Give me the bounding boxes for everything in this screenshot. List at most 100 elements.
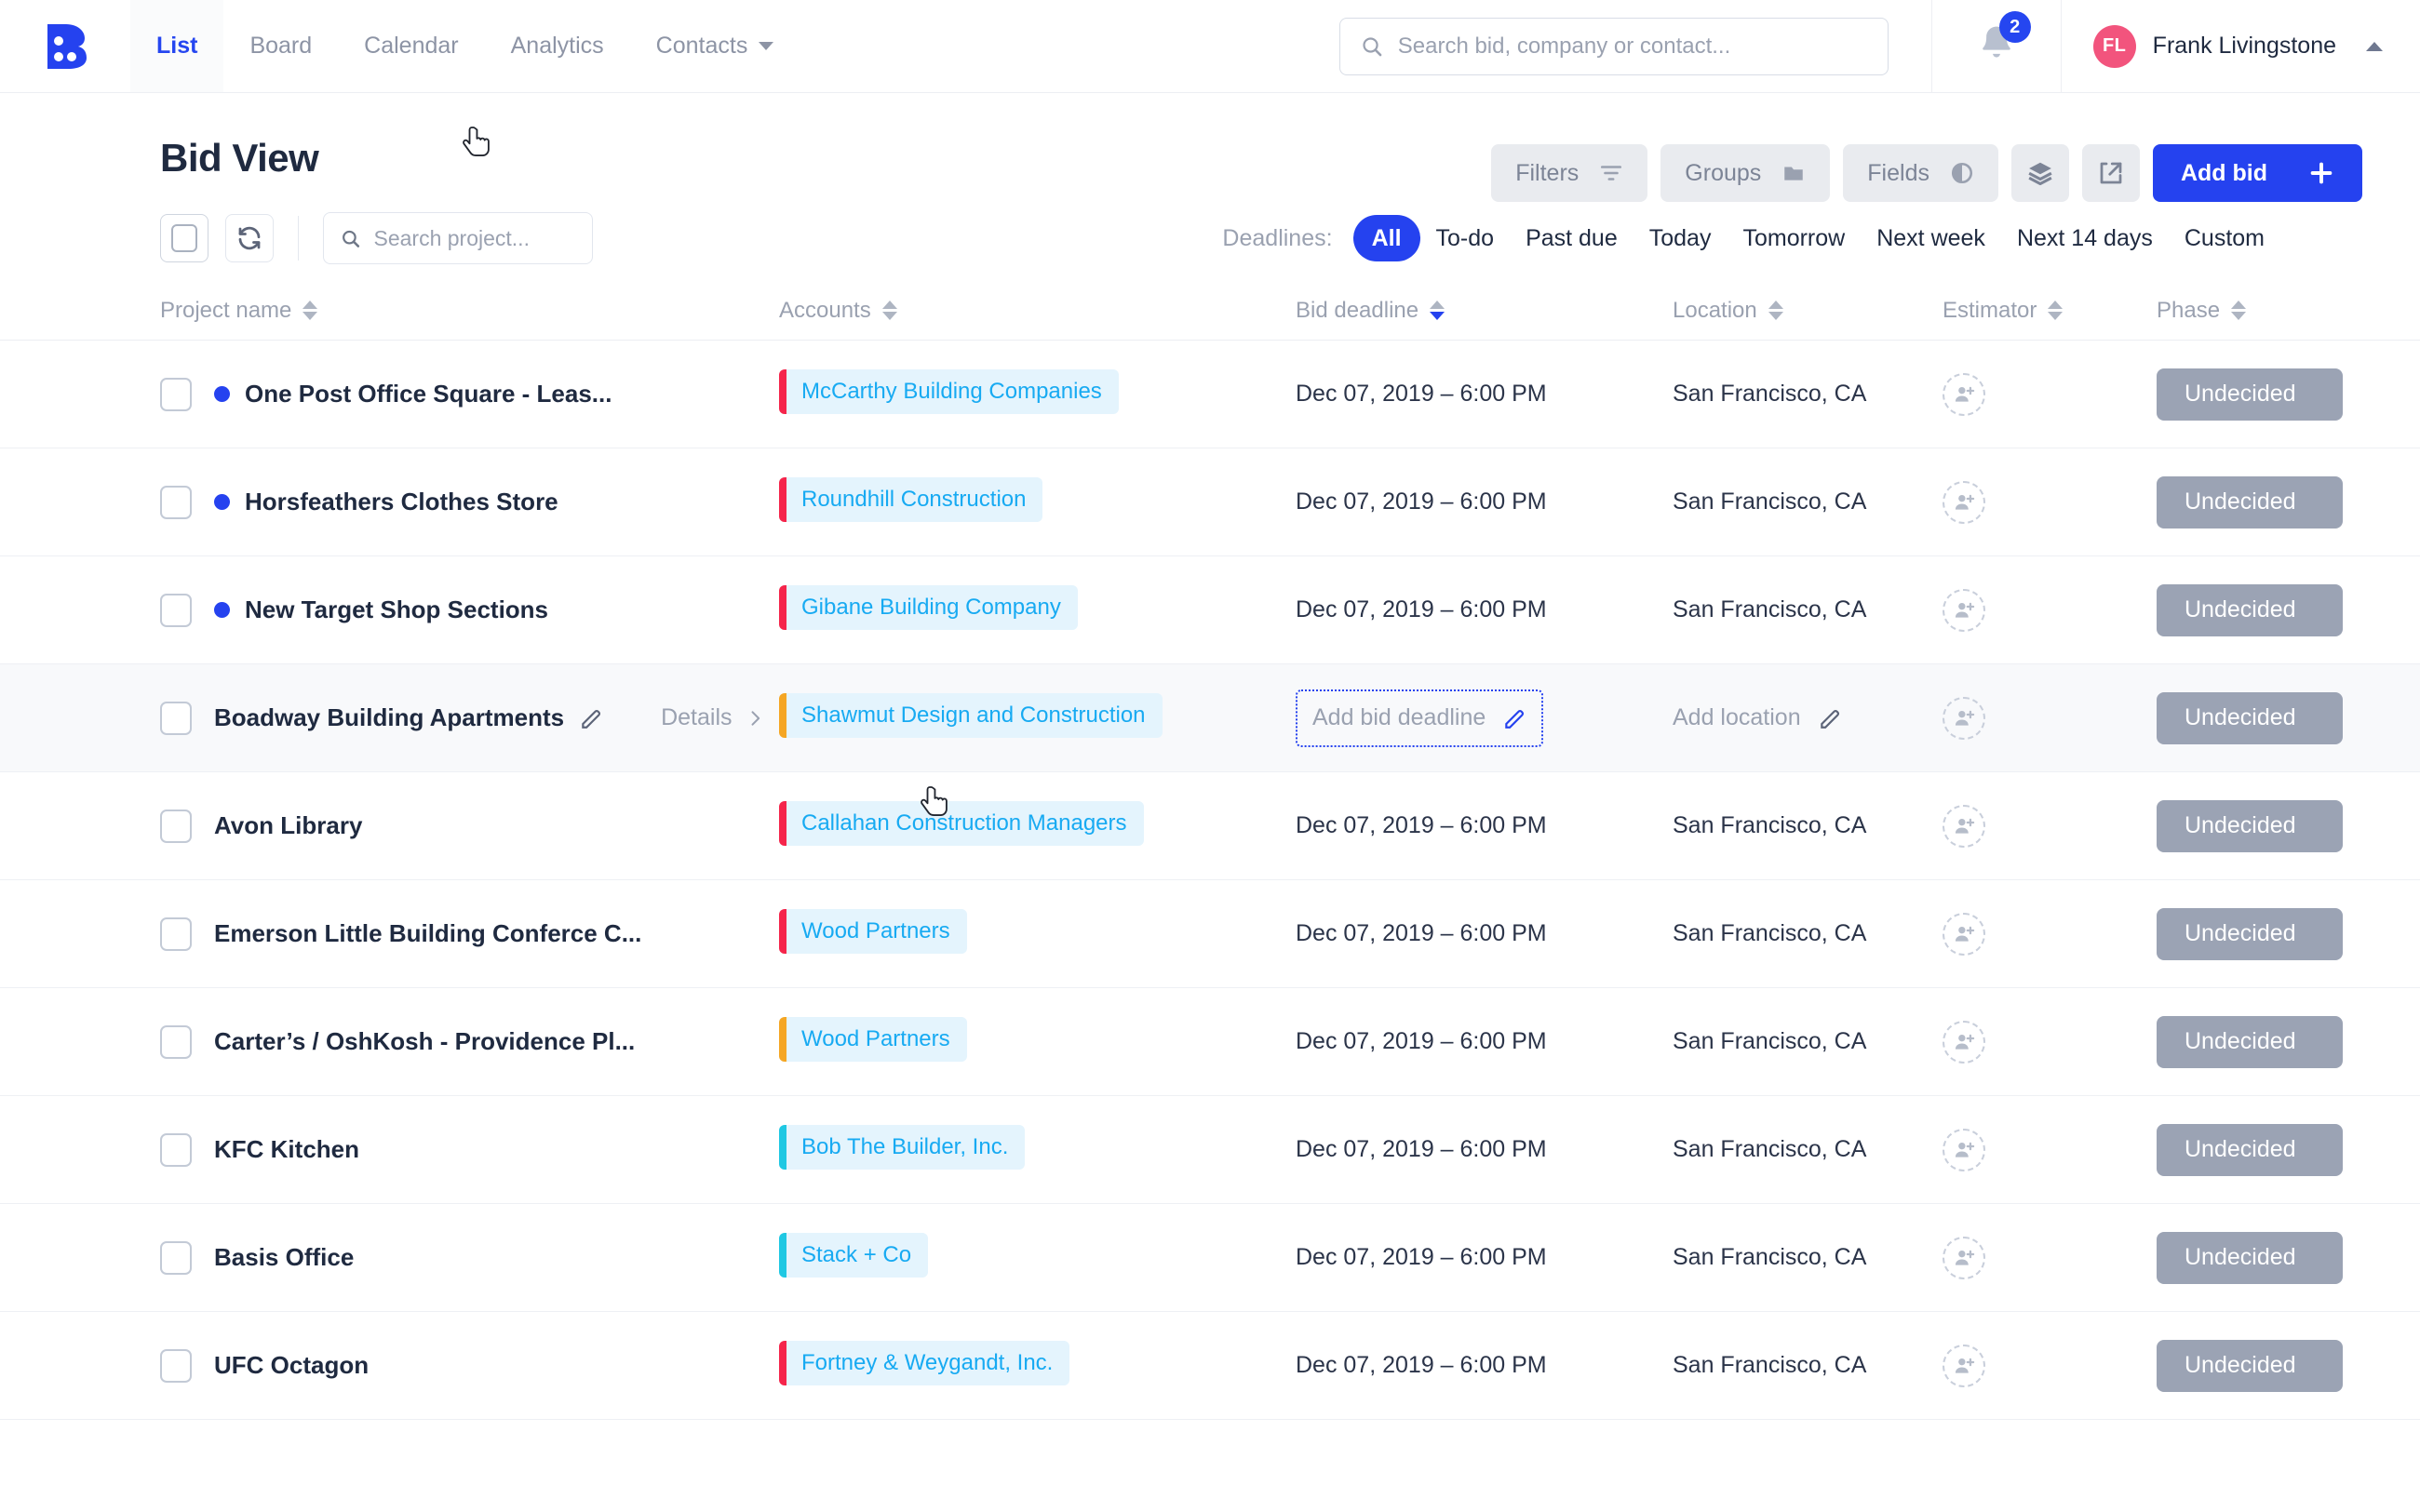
table-row[interactable]: KFC Kitchen Bob The Builder, Inc. Dec 07…	[0, 1096, 2420, 1204]
cell-estimator[interactable]	[1943, 480, 2157, 524]
phase-badge[interactable]: Undecided	[2157, 475, 2343, 529]
cell-bid-deadline[interactable]: Dec 07, 2019 – 6:00 PM	[1296, 920, 1673, 947]
row-checkbox[interactable]	[160, 809, 192, 843]
deadline-filter-custom[interactable]: Custom	[2169, 215, 2280, 261]
cell-account[interactable]: Bob The Builder, Inc.	[779, 1125, 1296, 1174]
table-row[interactable]: New Target Shop Sections Gibane Building…	[0, 556, 2420, 664]
account-tag[interactable]: Stack + Co	[779, 1233, 929, 1278]
row-checkbox[interactable]	[160, 485, 192, 519]
cell-phase[interactable]: Undecided	[2157, 799, 2420, 852]
cell-phase[interactable]: Undecided	[2157, 1231, 2420, 1284]
assign-estimator-button[interactable]	[1943, 372, 1985, 416]
cell-location[interactable]: San Francisco, CA	[1673, 1028, 1943, 1055]
add-location-button[interactable]: Add location	[1673, 704, 1842, 731]
global-search-input[interactable]	[1397, 33, 1867, 60]
nav-tab-list[interactable]: List	[130, 0, 224, 92]
cell-estimator[interactable]	[1943, 912, 2157, 956]
cell-project-name[interactable]: Carter’s / OshKosh - Providence Pl...	[160, 1024, 779, 1059]
account-tag[interactable]: McCarthy Building Companies	[779, 369, 1119, 414]
cell-estimator[interactable]	[1943, 696, 2157, 740]
cell-phase[interactable]: Undecided	[2157, 1015, 2420, 1068]
cell-estimator[interactable]	[1943, 588, 2157, 632]
cell-location-empty[interactable]: Add location	[1673, 704, 1943, 731]
nav-tab-analytics[interactable]: Analytics	[485, 0, 630, 92]
assign-estimator-button[interactable]	[1943, 804, 1985, 848]
cell-phase[interactable]: Undecided	[2157, 1123, 2420, 1176]
refresh-button[interactable]	[225, 214, 274, 262]
cell-estimator[interactable]	[1943, 1236, 2157, 1279]
cell-location[interactable]: San Francisco, CA	[1673, 381, 1943, 408]
cell-phase[interactable]: Undecided	[2157, 583, 2420, 636]
share-export-button[interactable]	[2081, 144, 2140, 202]
phase-badge[interactable]: Undecided	[2157, 691, 2343, 744]
cell-project-name[interactable]: Boadway Building Apartments Details	[160, 701, 779, 735]
cell-bid-deadline[interactable]: Dec 07, 2019 – 6:00 PM	[1296, 1136, 1673, 1163]
deadline-filter-todo[interactable]: To-do	[1420, 215, 1511, 261]
table-row[interactable]: Boadway Building Apartments Details Shaw…	[0, 664, 2420, 772]
cell-phase[interactable]: Undecided	[2157, 907, 2420, 960]
assign-estimator-button[interactable]	[1943, 1128, 1985, 1171]
deadline-filter-next-week[interactable]: Next week	[1861, 215, 2001, 261]
cell-project-name[interactable]: Emerson Little Building Conferce C...	[160, 917, 779, 951]
cell-bid-deadline[interactable]: Dec 07, 2019 – 6:00 PM	[1296, 812, 1673, 839]
assign-estimator-button[interactable]	[1943, 480, 1985, 524]
row-checkbox[interactable]	[160, 917, 192, 951]
account-tag[interactable]: Bob The Builder, Inc.	[779, 1125, 1026, 1170]
cell-account[interactable]: Roundhill Construction	[779, 477, 1296, 527]
cell-bid-deadline[interactable]: Dec 07, 2019 – 6:00 PM	[1296, 1244, 1673, 1271]
cell-account[interactable]: Fortney & Weygandt, Inc.	[779, 1341, 1296, 1390]
nav-tab-contacts[interactable]: Contacts	[630, 0, 800, 92]
deadline-filter-tomorrow[interactable]: Tomorrow	[1727, 215, 1861, 261]
deadline-filter-today[interactable]: Today	[1634, 215, 1728, 261]
row-checkbox[interactable]	[160, 1132, 192, 1167]
cell-project-name[interactable]: Horsfeathers Clothes Store	[160, 485, 779, 519]
add-bid-button[interactable]: Add bid	[2152, 144, 2362, 202]
row-checkbox[interactable]	[160, 1024, 192, 1059]
column-header-accounts[interactable]: Accounts	[779, 298, 1296, 324]
cell-project-name[interactable]: UFC Octagon	[160, 1348, 779, 1383]
row-checkbox[interactable]	[160, 377, 192, 411]
cell-project-name[interactable]: Avon Library	[160, 809, 779, 843]
phase-badge[interactable]: Undecided	[2157, 1123, 2343, 1176]
edit-project-name-button[interactable]	[579, 706, 603, 730]
cell-account[interactable]: Stack + Co	[779, 1233, 1296, 1282]
cell-bid-deadline[interactable]: Dec 07, 2019 – 6:00 PM	[1296, 1352, 1673, 1379]
select-all-checkbox[interactable]	[160, 214, 208, 262]
phase-badge[interactable]: Undecided	[2157, 1015, 2343, 1068]
cell-bid-deadline[interactable]: Dec 07, 2019 – 6:00 PM	[1296, 488, 1673, 515]
cell-bid-deadline[interactable]: Dec 07, 2019 – 6:00 PM	[1296, 1028, 1673, 1055]
cell-location[interactable]: San Francisco, CA	[1673, 488, 1943, 515]
cell-estimator[interactable]	[1943, 1344, 2157, 1387]
cell-project-name[interactable]: One Post Office Square - Leas...	[160, 377, 779, 411]
deadline-filter-next-14-days[interactable]: Next 14 days	[2001, 215, 2169, 261]
cell-account[interactable]: Gibane Building Company	[779, 585, 1296, 635]
assign-estimator-button[interactable]	[1943, 1236, 1985, 1279]
table-row[interactable]: Horsfeathers Clothes Store Roundhill Con…	[0, 448, 2420, 556]
cell-bid-deadline-empty[interactable]: Add bid deadline	[1296, 689, 1673, 747]
cell-estimator[interactable]	[1943, 372, 2157, 416]
assign-estimator-button[interactable]	[1943, 912, 1985, 956]
cell-project-name[interactable]: Basis Office	[160, 1240, 779, 1275]
global-search-box[interactable]	[1338, 17, 1889, 75]
table-row[interactable]: Emerson Little Building Conferce C... Wo…	[0, 880, 2420, 988]
column-header-phase[interactable]: Phase	[2157, 298, 2420, 324]
row-checkbox[interactable]	[160, 1348, 192, 1383]
table-row[interactable]: One Post Office Square - Leas... McCarth…	[0, 341, 2420, 448]
phase-badge[interactable]: Undecided	[2157, 583, 2343, 636]
cell-location[interactable]: San Francisco, CA	[1673, 1352, 1943, 1379]
project-search-box[interactable]	[323, 212, 593, 264]
table-row[interactable]: Avon Library Callahan Construction Manag…	[0, 772, 2420, 880]
phase-badge[interactable]: Undecided	[2157, 368, 2343, 421]
account-tag[interactable]: Wood Partners	[779, 1017, 967, 1062]
app-logo[interactable]	[0, 0, 130, 92]
account-tag[interactable]: Fortney & Weygandt, Inc.	[779, 1341, 1070, 1385]
layers-button[interactable]	[2010, 144, 2069, 202]
account-tag[interactable]: Wood Partners	[779, 909, 967, 954]
phase-badge[interactable]: Undecided	[2157, 799, 2343, 852]
assign-estimator-button[interactable]	[1943, 1344, 1985, 1387]
cell-phase[interactable]: Undecided	[2157, 1339, 2420, 1392]
account-tag[interactable]: Shawmut Design and Construction	[779, 693, 1163, 738]
filters-button[interactable]: Filters	[1491, 144, 1648, 202]
account-tag[interactable]: Callahan Construction Managers	[779, 801, 1144, 846]
cell-location[interactable]: San Francisco, CA	[1673, 1136, 1943, 1163]
